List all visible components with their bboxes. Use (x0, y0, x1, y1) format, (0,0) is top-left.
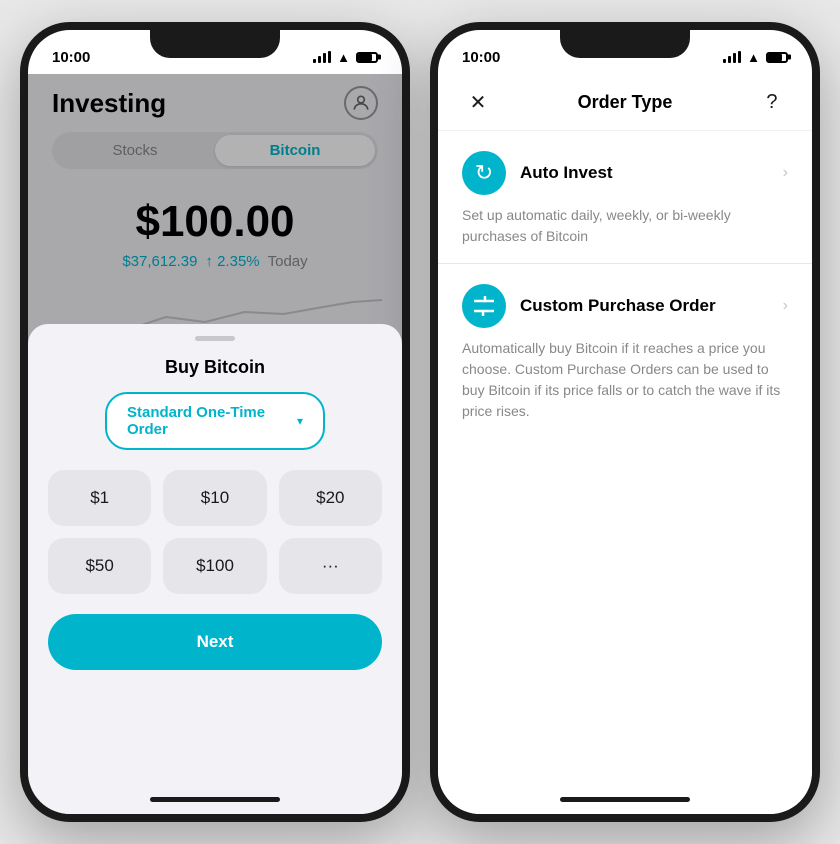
amount-chip-1[interactable]: $1 (48, 470, 151, 526)
auto-invest-top: ↻ Auto Invest › (462, 151, 788, 195)
status-bar-left: 10:00 ▲ (28, 30, 402, 74)
amount-chip-50[interactable]: $50 (48, 538, 151, 594)
next-button[interactable]: Next (48, 614, 382, 670)
custom-purchase-top: Custom Purchase Order › (462, 284, 788, 328)
auto-invest-chevron-icon: › (783, 164, 788, 182)
custom-purchase-option[interactable]: Custom Purchase Order › Automatically bu… (438, 264, 812, 438)
home-indicator-right (438, 784, 812, 814)
custom-purchase-title: Custom Purchase Order (520, 296, 716, 316)
signal-icon (313, 51, 331, 63)
amount-grid: $1 $10 $20 $50 $100 (48, 470, 382, 594)
auto-invest-left: ↻ Auto Invest (462, 151, 613, 195)
order-type-screen-title: Order Type (578, 92, 673, 113)
signal-icon-right (723, 51, 741, 63)
sheet-title: Buy Bitcoin (48, 357, 382, 378)
order-type-header: ✕ Order Type ? (438, 74, 812, 131)
battery-icon (356, 52, 378, 63)
home-indicator-left (28, 784, 402, 814)
amount-chip-100[interactable]: $100 (163, 538, 266, 594)
auto-invest-title: Auto Invest (520, 163, 613, 183)
order-type-screen: ✕ Order Type ? ↻ Auto Invest › Set up au… (438, 74, 812, 814)
left-phone: 10:00 ▲ Investing (20, 22, 410, 822)
custom-purchase-icon (462, 284, 506, 328)
amount-chip-more[interactable]: ··· (279, 538, 382, 594)
sheet-handle (195, 336, 235, 341)
amount-chip-10[interactable]: $10 (163, 470, 266, 526)
amount-chip-20[interactable]: $20 (279, 470, 382, 526)
close-button[interactable]: ✕ (462, 86, 494, 118)
bottom-sheet-overlay: Buy Bitcoin Standard One-Time Order ▾ $1… (28, 74, 402, 814)
custom-purchase-chevron-icon: › (783, 297, 788, 315)
status-icons-left: ▲ (313, 50, 378, 65)
auto-invest-option[interactable]: ↻ Auto Invest › Set up automatic daily, … (438, 131, 812, 264)
bottom-sheet: Buy Bitcoin Standard One-Time Order ▾ $1… (28, 324, 402, 784)
auto-invest-icon: ↻ (462, 151, 506, 195)
status-bar-right: 10:00 ▲ (438, 30, 812, 74)
right-phone: 10:00 ▲ ✕ Order Type ? (430, 22, 820, 822)
chevron-down-icon: ▾ (297, 414, 303, 428)
investing-screen: Investing Stocks Bitcoin $ (28, 74, 402, 814)
wifi-icon: ▲ (337, 50, 350, 65)
time-right: 10:00 (462, 49, 500, 66)
custom-purchase-left: Custom Purchase Order (462, 284, 716, 328)
auto-invest-description: Set up automatic daily, weekly, or bi-we… (462, 205, 788, 247)
status-icons-right: ▲ (723, 50, 788, 65)
help-button[interactable]: ? (756, 86, 788, 118)
time-left: 10:00 (52, 49, 90, 66)
wifi-icon-right: ▲ (747, 50, 760, 65)
order-type-label: Standard One-Time Order (127, 404, 289, 438)
order-type-button[interactable]: Standard One-Time Order ▾ (105, 392, 325, 450)
custom-purchase-description: Automatically buy Bitcoin if it reaches … (462, 338, 788, 422)
battery-icon-right (766, 52, 788, 63)
